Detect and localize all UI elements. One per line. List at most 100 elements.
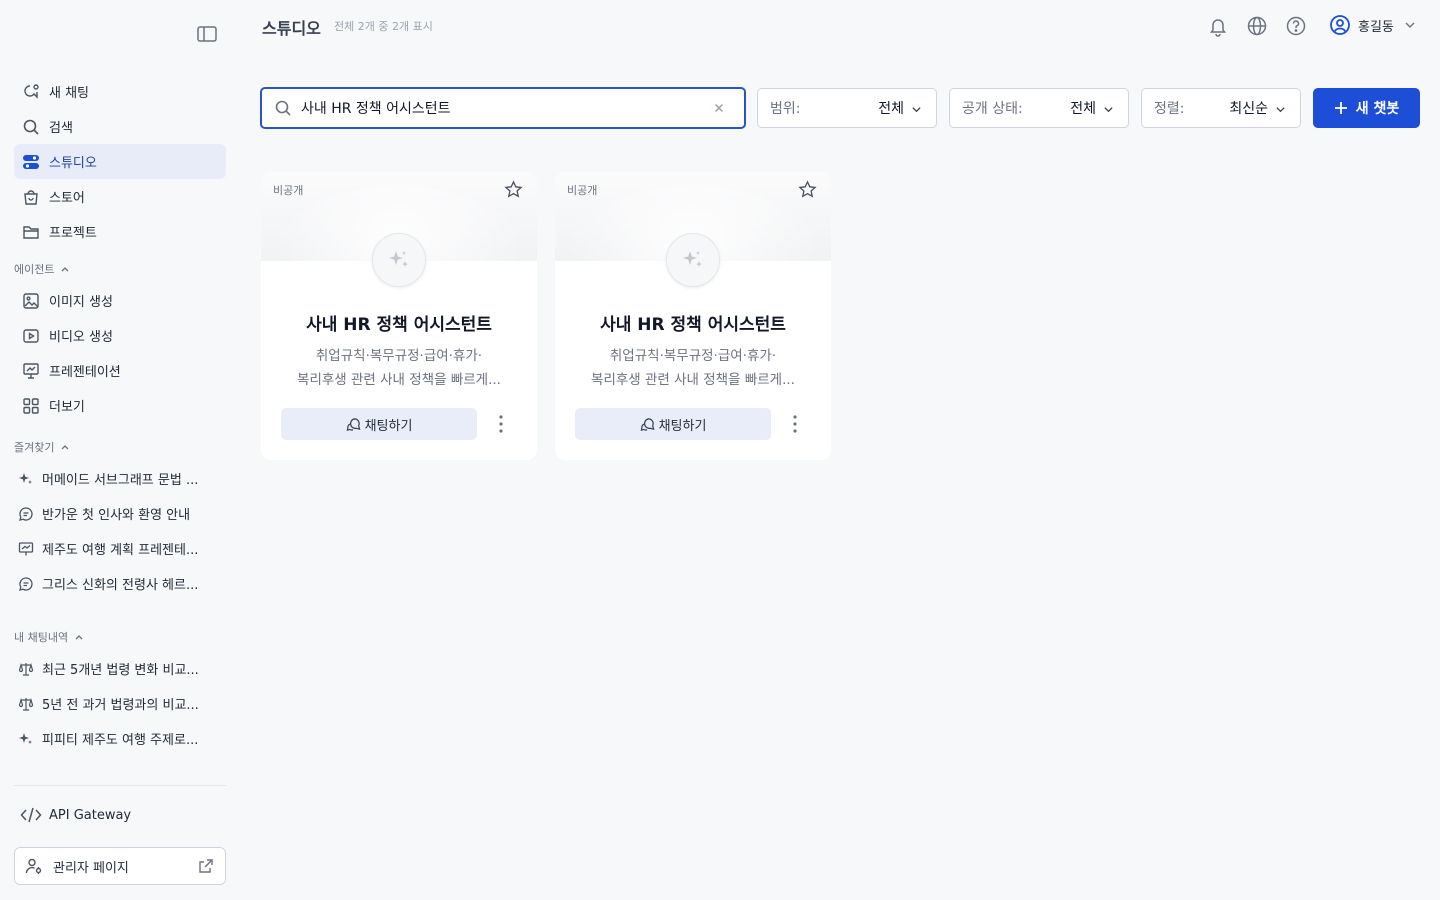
sparkle-icon: [19, 472, 32, 484]
chevron-down-icon: [1405, 22, 1415, 28]
description-line: 복리후생 관련 사내 정책을 빠르게...: [591, 372, 795, 388]
sidebar-item-video-gen[interactable]: 비디오 생성: [14, 318, 226, 353]
scope-filter-value: 전체: [878, 101, 904, 117]
history-section-header[interactable]: 내 채팅내역: [14, 627, 226, 647]
history-item-label: 최근 5개년 법령 변화 비교...: [42, 663, 199, 678]
start-chat-button[interactable]: 채팅하기: [281, 408, 477, 440]
scale-icon: [18, 697, 34, 711]
chat-bubble-icon: [640, 417, 655, 431]
sidebar-item-label: 더보기: [49, 400, 85, 415]
scope-filter-label: 범위:: [770, 101, 801, 117]
chatbot-card[interactable]: 비공개 사내 HR 정책 어시스턴트 취업규칙·복무규정·급여·휴가· 복리후생…: [261, 172, 537, 460]
agents-section-header[interactable]: 에이전트: [14, 259, 226, 279]
globe-icon[interactable]: [1246, 15, 1268, 37]
sort-select[interactable]: 정렬: 최신순: [1141, 88, 1301, 128]
sidebar-item-label: 검색: [49, 121, 73, 136]
sidebar-item-presentation[interactable]: 프레젠테이션: [14, 353, 226, 388]
chatbot-name: 사내 HR 정책 어시스턴트: [600, 315, 786, 335]
presentation-icon: [23, 362, 39, 379]
chatbot-avatar: [372, 233, 426, 287]
favorite-item-label: 머메이드 서브그래프 문법 ...: [42, 473, 199, 488]
visibility-filter-value: 전체: [1070, 101, 1096, 117]
sidebar-item-image-gen[interactable]: 이미지 생성: [14, 283, 226, 318]
search-box[interactable]: [260, 87, 746, 129]
more-options-icon[interactable]: [493, 413, 509, 435]
main-nav: 새 채팅 검색 스튜디오 스토어 프로젝트 에이전트 이미지 생성 비디오 생성…: [14, 74, 226, 756]
visibility-badge: 비공개: [567, 184, 598, 197]
page-title: 스튜디오: [262, 19, 321, 38]
start-chat-button[interactable]: 채팅하기: [575, 408, 771, 440]
history-item[interactable]: 최근 5개년 법령 변화 비교...: [14, 651, 226, 686]
header-actions: [1207, 15, 1324, 37]
favorite-item-label: 그리스 신화의 전령사 헤르...: [42, 578, 199, 593]
user-menu[interactable]: 홍길동: [1329, 14, 1416, 36]
scale-icon: [18, 662, 34, 676]
scope-filter-select[interactable]: 범위: 전체: [757, 88, 937, 128]
search-icon: [23, 119, 39, 135]
star-icon[interactable]: [504, 180, 523, 199]
image-icon: [23, 292, 39, 309]
chevron-up-icon: [75, 635, 83, 640]
admin-page-button[interactable]: 관리자 페이지: [14, 847, 226, 885]
clear-icon[interactable]: [712, 101, 726, 115]
sidebar-item-label: 새 채팅: [49, 86, 90, 101]
bell-icon[interactable]: [1207, 15, 1229, 37]
chevron-down-icon: [912, 107, 921, 113]
api-gateway-label: API Gateway: [49, 807, 132, 823]
admin-page-label: 관리자 페이지: [53, 860, 129, 876]
sparkle-icon: [683, 251, 702, 267]
sidebar-item-label: 스튜디오: [49, 156, 97, 171]
grid-icon: [23, 397, 39, 414]
history-item[interactable]: 피피티 제주도 여행 주제로...: [14, 721, 226, 756]
visibility-filter-select[interactable]: 공개 상태: 전체: [949, 88, 1129, 128]
user-name: 홍길동: [1358, 19, 1394, 35]
favorite-item[interactable]: 그리스 신화의 전령사 헤르...: [14, 566, 226, 601]
presentation-icon: [18, 541, 34, 555]
chatbot-description: 취업규칙·복무규정·급여·휴가· 복리후생 관련 사내 정책을 빠르게...: [579, 344, 807, 392]
more-options-icon[interactable]: [787, 413, 803, 435]
sidebar-item-new-chat[interactable]: 새 채팅: [14, 74, 226, 109]
start-chat-label: 채팅하기: [364, 418, 413, 434]
favorites-heading: 즐겨찾기: [14, 441, 55, 454]
sidebar-item-project[interactable]: 프로젝트: [14, 214, 226, 249]
sidebar-item-studio[interactable]: 스튜디오: [14, 144, 226, 179]
sidebar-toggle-icon[interactable]: [196, 24, 218, 44]
new-chatbot-label: 새 챗봇: [1355, 101, 1400, 117]
sidebar-item-label: 이미지 생성: [49, 295, 113, 310]
help-icon[interactable]: [1285, 15, 1307, 37]
history-item-label: 5년 전 과거 법령과의 비교...: [42, 698, 199, 713]
history-item[interactable]: 5년 전 과거 법령과의 비교...: [14, 686, 226, 721]
sidebar-item-label: 스토어: [49, 191, 85, 206]
sidebar-item-store[interactable]: 스토어: [14, 179, 226, 214]
chatbot-avatar: [666, 233, 720, 287]
description-line: 복리후생 관련 사내 정책을 빠르게...: [297, 372, 501, 388]
favorite-item[interactable]: 머메이드 서브그래프 문법 ...: [14, 461, 226, 496]
sidebar-item-label: 프로젝트: [49, 226, 97, 241]
chatbot-description: 취업규칙·복무규정·급여·휴가· 복리후생 관련 사내 정책을 빠르게...: [285, 344, 513, 392]
description-line: 취업규칙·복무규정·급여·휴가·: [609, 348, 777, 364]
code-icon: [20, 807, 42, 823]
chat-bubble-icon: [19, 576, 33, 591]
new-chatbot-button[interactable]: 새 챗봇: [1313, 88, 1420, 128]
sidebar: 새 채팅 검색 스튜디오 스토어 프로젝트 에이전트 이미지 생성 비디오 생성…: [0, 0, 240, 900]
star-icon[interactable]: [798, 180, 817, 199]
search-input[interactable]: [301, 100, 701, 116]
chevron-down-icon: [1104, 107, 1113, 113]
sidebar-item-search[interactable]: 검색: [14, 109, 226, 144]
sidebar-item-label: 비디오 생성: [49, 330, 113, 345]
api-gateway-link[interactable]: API Gateway: [14, 798, 226, 832]
result-count: 전체 2개 중 2개 표시: [334, 20, 433, 33]
sidebar-item-more[interactable]: 더보기: [14, 388, 226, 423]
favorites-section-header[interactable]: 즐겨찾기: [14, 437, 226, 457]
chatbot-name: 사내 HR 정책 어시스턴트: [306, 315, 492, 335]
chevron-down-icon: [1276, 107, 1285, 113]
favorite-item[interactable]: 제주도 여행 계획 프레젠테...: [14, 531, 226, 566]
agents-heading: 에이전트: [14, 263, 55, 276]
chevron-up-icon: [62, 445, 69, 450]
sidebar-divider: [14, 785, 226, 786]
folder-icon: [23, 225, 39, 239]
user-avatar-icon: [1330, 15, 1350, 35]
visibility-filter-label: 공개 상태:: [962, 101, 1023, 117]
chatbot-card[interactable]: 비공개 사내 HR 정책 어시스턴트 취업규칙·복무규정·급여·휴가· 복리후생…: [555, 172, 831, 460]
favorite-item[interactable]: 반가운 첫 인사와 환영 안내: [14, 496, 226, 531]
